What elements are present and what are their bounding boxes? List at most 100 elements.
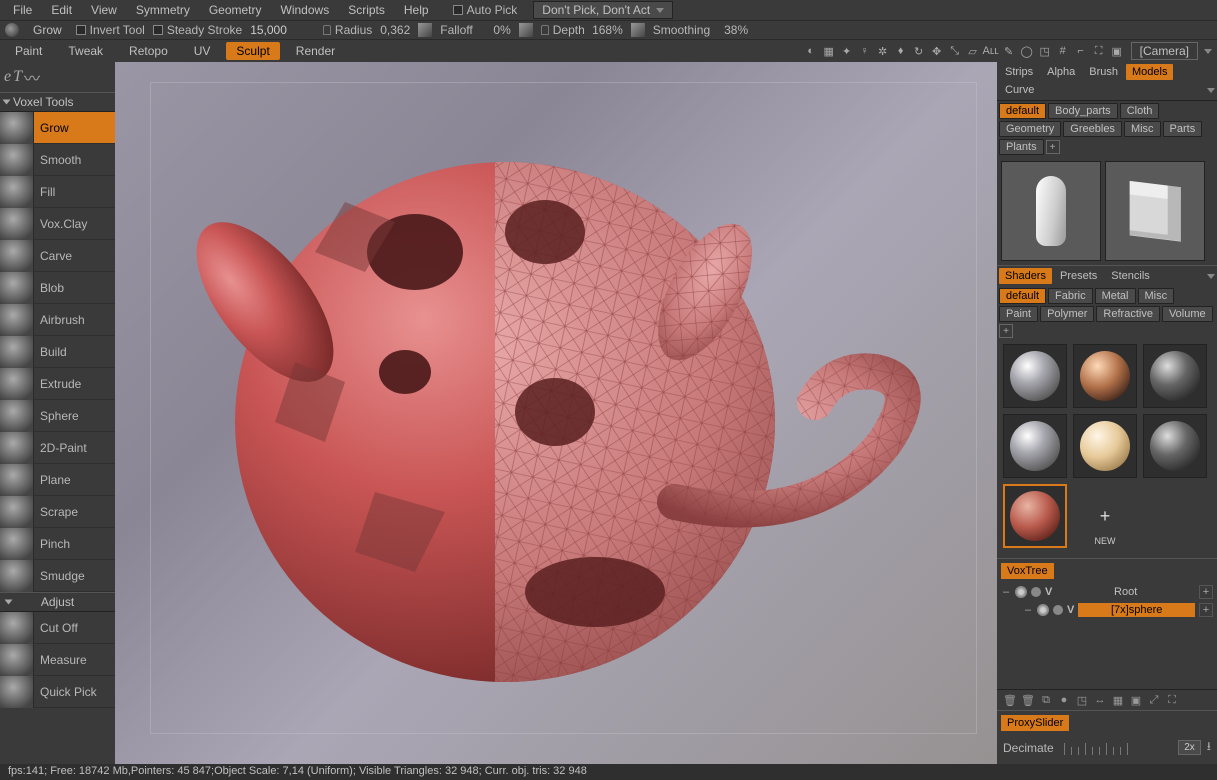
cat-plants[interactable]: Plants (999, 139, 1044, 155)
lock-icon[interactable]: ⤢ (1147, 693, 1161, 707)
falloff-param[interactable]: Falloff 0% (440, 23, 510, 37)
smoothing-value[interactable]: 38% (714, 23, 748, 37)
shader-steel[interactable] (1003, 344, 1067, 408)
shading-dot-icon[interactable] (1031, 587, 1041, 597)
tree-root-row[interactable]: –V Root + (1001, 583, 1213, 601)
falloff-curve-icon[interactable] (418, 23, 432, 37)
expand-icon[interactable]: ⛶ (1165, 693, 1179, 707)
tool-measure[interactable]: Measure (0, 644, 115, 676)
scat-refractive[interactable]: Refractive (1096, 306, 1160, 322)
radius-value[interactable]: 0,362 (376, 23, 410, 37)
circle-icon[interactable]: ● (1057, 693, 1071, 707)
add-category-button[interactable]: + (1046, 140, 1060, 154)
brush-icon[interactable]: 〰 (24, 65, 40, 89)
tab-uv[interactable]: UV (184, 42, 221, 60)
visibility-icon[interactable] (1037, 604, 1049, 616)
scat-metal[interactable]: Metal (1095, 288, 1136, 304)
tool-voxclay[interactable]: Vox.Clay (0, 208, 115, 240)
menu-view[interactable]: View (83, 1, 125, 19)
depth-param[interactable]: Depth 168% (541, 23, 623, 37)
shader-tan[interactable] (1073, 414, 1137, 478)
tool-carve[interactable]: Carve (0, 240, 115, 272)
tab-render[interactable]: Render (286, 42, 345, 60)
menu-symmetry[interactable]: Symmetry (128, 1, 198, 19)
tab-models[interactable]: Models (1126, 64, 1173, 80)
model-cube[interactable] (1105, 161, 1205, 261)
voxtree-header[interactable]: VoxTree (1001, 563, 1054, 579)
depth-curve-icon[interactable] (519, 23, 533, 37)
tab-tweak[interactable]: Tweak (58, 42, 113, 60)
tab-paint[interactable]: Paint (5, 42, 52, 60)
cat-greebles[interactable]: Greebles (1063, 121, 1122, 137)
tool-scrape[interactable]: Scrape (0, 496, 115, 528)
duplicate-icon[interactable]: ⧉ (1039, 693, 1053, 707)
tool-smooth[interactable]: Smooth (0, 144, 115, 176)
light-icon[interactable]: ✦ (839, 43, 855, 59)
add-child-button[interactable]: + (1199, 603, 1213, 617)
menu-windows[interactable]: Windows (273, 1, 338, 19)
tab-shaders[interactable]: Shaders (999, 268, 1052, 284)
cat-default[interactable]: default (999, 103, 1046, 119)
shading-icon[interactable]: ◐ (803, 43, 819, 59)
layers-icon[interactable]: ▣ (1109, 43, 1125, 59)
chevron-down-icon[interactable] (1204, 49, 1212, 54)
smoothing-param[interactable]: Smoothing 38% (653, 23, 748, 37)
shader-copper[interactable] (1073, 344, 1137, 408)
tool-pinch[interactable]: Pinch (0, 528, 115, 560)
frame-icon[interactable]: ⛶ (1091, 43, 1107, 59)
axis-icon[interactable]: ⌐ (1073, 43, 1089, 59)
sphere-label[interactable]: [7x]sphere (1078, 603, 1195, 617)
trash2-icon[interactable]: 🗑 (1021, 693, 1035, 707)
add-child-button[interactable]: + (1199, 585, 1213, 599)
proxyslider-header[interactable]: ProxySlider (1001, 715, 1069, 731)
shader-new-button[interactable]: +NEW (1073, 484, 1137, 548)
steady-value[interactable]: 15,000 (250, 23, 287, 37)
download-icon[interactable]: ⭳ (1207, 737, 1211, 758)
tool-extrude[interactable]: Extrude (0, 368, 115, 400)
gear-icon[interactable]: ✲ (875, 43, 891, 59)
shader-steel2[interactable] (1003, 414, 1067, 478)
visibility-icon[interactable] (1015, 586, 1027, 598)
tool-plane[interactable]: Plane (0, 464, 115, 496)
chevron-down-icon[interactable] (1207, 274, 1215, 279)
move-icon[interactable]: ✥ (929, 43, 945, 59)
viewport-3d[interactable] (115, 62, 997, 764)
e-icon[interactable]: e (4, 68, 11, 86)
grid-icon[interactable]: ▦ (1111, 693, 1125, 707)
invert-tool-checkbox[interactable]: Invert Tool (76, 23, 145, 37)
scat-fabric[interactable]: Fabric (1048, 288, 1093, 304)
lock-icon[interactable] (541, 25, 549, 35)
menu-scripts[interactable]: Scripts (340, 1, 393, 19)
tab-strips[interactable]: Strips (999, 64, 1039, 80)
root-label[interactable]: Root (1056, 586, 1195, 598)
model-capsule[interactable] (1001, 161, 1101, 261)
chevron-down-icon[interactable] (1207, 88, 1215, 93)
scat-paint[interactable]: Paint (999, 306, 1038, 322)
steady-stroke-checkbox[interactable]: Steady Stroke (153, 23, 242, 37)
grid-icon[interactable]: ▦ (821, 43, 837, 59)
cat-misc[interactable]: Misc (1124, 121, 1161, 137)
tool-build[interactable]: Build (0, 336, 115, 368)
smoothing-curve-icon[interactable] (631, 23, 645, 37)
t-icon[interactable]: T (13, 68, 22, 86)
camera-dropdown[interactable]: [Camera] (1131, 42, 1198, 60)
cat-bodyparts[interactable]: Body_parts (1048, 103, 1118, 119)
tab-presets[interactable]: Presets (1054, 268, 1103, 284)
trash-icon[interactable]: 🗑 (1003, 693, 1017, 707)
box-icon[interactable]: ▣ (1129, 693, 1143, 707)
tool-quickpick[interactable]: Quick Pick (0, 676, 115, 708)
cube-icon[interactable]: ◳ (1075, 693, 1089, 707)
tab-curve[interactable]: Curve (999, 82, 1040, 98)
adjust-header[interactable]: Adjust (0, 592, 115, 612)
cube-icon[interactable]: ◳ (1037, 43, 1053, 59)
radius-param[interactable]: Radius 0,362 (323, 23, 410, 37)
pick-mode-dropdown[interactable]: Don't Pick, Don't Act (533, 1, 673, 19)
voxel-tools-header[interactable]: Voxel Tools (0, 92, 115, 112)
refresh-icon[interactable]: ↻ (911, 43, 927, 59)
tab-alpha[interactable]: Alpha (1041, 64, 1081, 80)
lock-icon[interactable] (323, 25, 331, 35)
tool-grow[interactable]: Grow (0, 112, 115, 144)
scat-polymer[interactable]: Polymer (1040, 306, 1094, 322)
scat-default[interactable]: default (999, 288, 1046, 304)
swap-icon[interactable]: ↔ (1093, 693, 1107, 707)
